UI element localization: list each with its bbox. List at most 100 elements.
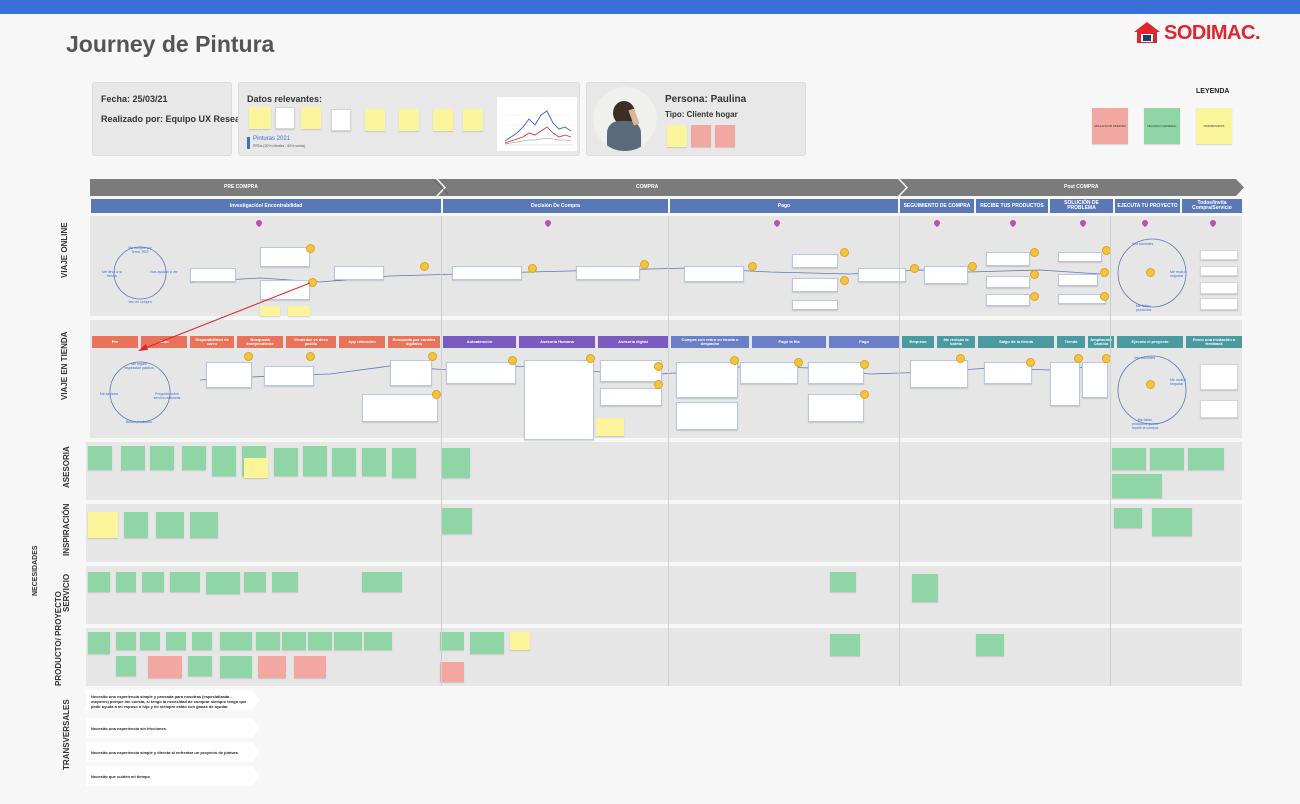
asesoria-sticky — [274, 448, 298, 476]
face-emoji-icon — [1074, 354, 1083, 363]
inspiracion-sticky — [442, 508, 472, 534]
producto-sticky — [282, 632, 306, 650]
face-emoji-icon — [244, 352, 253, 361]
transversal-need: Necesito una experiencia sin fricciones — [91, 726, 166, 731]
producto-sticky — [188, 656, 212, 676]
face-emoji-icon — [1100, 292, 1109, 301]
data-sticky — [331, 109, 351, 131]
post-store-cycle-step: Veo tutoriales — [1134, 356, 1156, 360]
stage-ejecuta: EJECUTA TU PROYECTO — [1115, 199, 1180, 213]
store-note — [446, 362, 516, 384]
post-cycle-step: Veo tutoriales — [1132, 242, 1154, 246]
producto-sticky — [220, 656, 252, 678]
store-note — [600, 360, 662, 382]
data-sticky — [249, 107, 271, 129]
producto-sticky — [976, 634, 1004, 656]
lane-label-needs: NECESIDADES — [32, 545, 39, 596]
stage-solucion: SOLUCIÓN DE PROBLEMA — [1050, 199, 1113, 213]
asesoria-sticky — [362, 448, 386, 476]
producto-sticky — [294, 656, 326, 678]
producto-sticky — [308, 632, 332, 650]
data-title: Datos relevantes: — [247, 94, 323, 104]
store-note — [1050, 362, 1080, 406]
asesoria-sticky — [121, 446, 145, 470]
producto-sticky — [116, 656, 136, 676]
store-note — [600, 388, 662, 406]
transversal-need: Necesito una experiencia simple y direct… — [91, 750, 238, 755]
store-cycle-step: Busco productos — [125, 420, 153, 424]
producto-sticky — [256, 632, 280, 650]
post-cycle-step: Me mola a negociar — [1170, 270, 1187, 278]
online-note — [1058, 274, 1098, 286]
store-note — [1200, 364, 1238, 390]
producto-sticky — [510, 632, 530, 650]
data-sticky — [399, 109, 419, 131]
legend-item-priorizados: PRIORIZADOS — [1196, 108, 1232, 144]
producto-sticky — [440, 662, 464, 682]
face-emoji-icon — [968, 262, 977, 271]
asesoria-sticky — [442, 448, 470, 478]
asesoria-sticky — [244, 458, 268, 478]
persona-name: Persona: Paulina — [665, 94, 747, 105]
inspiracion-sticky — [156, 512, 184, 538]
column-divider — [1110, 216, 1111, 686]
store-cycle-step: Me asesora — [99, 392, 119, 396]
asesoria-sticky — [332, 448, 356, 476]
inspiracion-sticky — [1152, 508, 1192, 536]
stage-pago: Pago — [670, 199, 898, 213]
bar-marker — [247, 137, 250, 149]
producto-sticky — [470, 632, 504, 654]
legend-item-apalancar: APALANCAR DEMORA — [1092, 108, 1128, 144]
face-emoji-icon — [748, 262, 757, 271]
lane-label-store: VIAJE EN TIENDA — [60, 331, 69, 400]
producto-sticky — [440, 632, 464, 650]
store-note — [808, 362, 864, 384]
data-sticky — [275, 107, 295, 129]
data-card: Datos relevantes: Pinturas 2021 RRDs (20… — [238, 82, 580, 156]
store-note — [910, 360, 968, 388]
online-note — [684, 266, 744, 282]
producto-sticky — [148, 656, 182, 678]
phase-compra: COMPRA — [636, 184, 659, 190]
post-store-cycle-step: Me mola a negociar — [1170, 378, 1187, 386]
pinturas-label: Pinturas 2021 — [253, 136, 291, 142]
lane-label-inspiracion: INSPIRACIÓN — [62, 503, 71, 556]
inspiracion-sticky — [190, 512, 218, 538]
online-note — [1058, 294, 1106, 304]
store-cycle-step: Me regalo inspiración pasillos — [124, 362, 154, 370]
face-emoji-icon — [1030, 292, 1039, 301]
data-sticky — [365, 109, 385, 131]
producto-sticky — [116, 632, 136, 650]
producto-sticky — [88, 632, 110, 654]
inspiracion-sticky — [88, 512, 118, 538]
lane-label-transversales: TRANSVERSALES — [62, 699, 71, 770]
face-emoji-icon — [654, 380, 663, 389]
column-divider — [441, 216, 442, 686]
online-note — [1200, 250, 1238, 260]
persona-type: Tipo: Cliente hogar — [665, 110, 738, 119]
servicio-sticky — [88, 572, 110, 592]
asesoria-sticky — [182, 446, 206, 470]
lane-label-asesoria: ASESORIA — [62, 446, 71, 488]
producto-sticky — [364, 632, 392, 650]
online-note — [792, 300, 838, 310]
online-note — [986, 252, 1030, 266]
store-note — [524, 360, 594, 440]
data-sticky — [301, 107, 321, 129]
transversal-need: Necesito que cuiden mi tiempo — [91, 774, 150, 779]
persona-sticky — [691, 125, 711, 147]
servicio-sticky — [362, 572, 402, 592]
face-emoji-icon — [1026, 358, 1035, 367]
transversal-need: Necesito una experiencia simple y pensad… — [91, 694, 247, 709]
persona-sticky — [667, 125, 687, 147]
producto-sticky — [166, 632, 186, 650]
online-note — [1058, 252, 1102, 262]
producto-sticky — [830, 634, 860, 656]
stage-todos: Todos/Invita Compra/Servicio — [1182, 199, 1242, 213]
asesoria-sticky — [1150, 448, 1184, 470]
producto-sticky — [140, 632, 160, 650]
lane-label-producto: PRODUCTO/ PROYECTO — [54, 591, 63, 686]
face-emoji-icon — [428, 352, 437, 361]
face-emoji-icon — [860, 390, 869, 399]
page-title: Journey de Pintura — [66, 31, 275, 57]
